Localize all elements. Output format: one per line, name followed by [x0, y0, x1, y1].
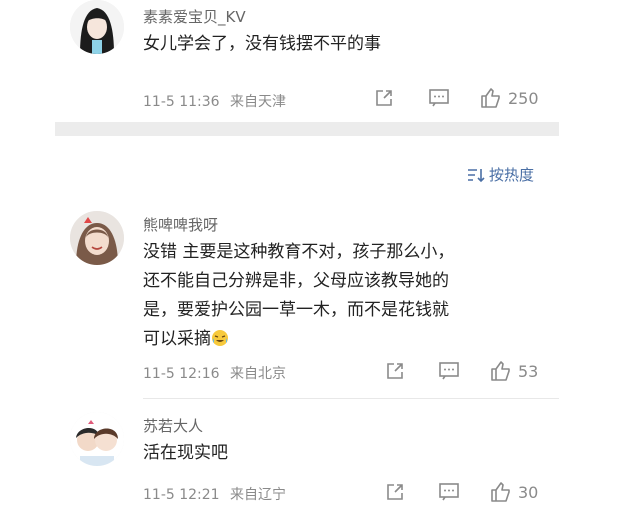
section-divider: [55, 122, 559, 136]
comment-line: 活在现实吧: [143, 443, 228, 463]
comment-icon: [439, 483, 459, 501]
like-button[interactable]: 30: [490, 481, 538, 503]
thumbs-up-icon: [481, 88, 500, 108]
location: 来自辽宁: [230, 487, 287, 503]
thumbs-up-icon: [491, 482, 510, 502]
username[interactable]: 苏若大人: [143, 415, 203, 436]
avatar[interactable]: [70, 412, 124, 466]
location: 来自天津: [230, 94, 287, 110]
comment-button[interactable]: [428, 88, 450, 108]
username[interactable]: 素素爱宝贝_KV: [143, 6, 246, 27]
divider: [143, 398, 559, 399]
comment-line: 没错 主要是这种教育不对，孩子那么小，: [143, 242, 455, 262]
laugh-cry-emoji: [212, 330, 228, 346]
comment-line: 女儿学会了，没有钱摆不平的事: [143, 34, 381, 54]
comment-icon: [439, 362, 459, 380]
timestamp: 11-5 12:21: [143, 487, 220, 503]
location: 来自北京: [230, 366, 287, 382]
avatar[interactable]: [70, 0, 124, 54]
share-icon: [387, 363, 403, 379]
sort-icon: [468, 168, 485, 182]
comment-meta: 11-5 12:21 来自辽宁: [143, 484, 286, 504]
avatar[interactable]: [70, 211, 124, 265]
username[interactable]: 熊啤啤我呀: [143, 214, 218, 235]
comment-meta: 11-5 11:36 来自天津: [143, 91, 286, 111]
comment-text: 没错 主要是这种教育不对，孩子那么小， 还不能自己分辨是非，父母应该教导她的 是…: [143, 238, 454, 354]
sort-label: 按热度: [489, 166, 535, 184]
like-button[interactable]: 250: [480, 87, 539, 109]
share-button[interactable]: [385, 361, 405, 381]
comment-line-text: 可以采摘: [143, 329, 211, 349]
comment-line: 还不能自己分辨是非，父母应该教导她的: [143, 271, 449, 291]
sort-button[interactable]: 按热度: [467, 164, 534, 185]
comment-line: 可以采摘: [143, 325, 454, 354]
like-count: 250: [508, 88, 539, 108]
timestamp: 11-5 11:36: [143, 94, 220, 110]
comment-meta: 11-5 12:16 来自北京: [143, 363, 286, 383]
share-button[interactable]: [385, 482, 405, 502]
thumbs-up-icon: [491, 361, 510, 381]
comment-line: 是，要爱护公园一草一木，而不是花钱就: [143, 300, 449, 320]
comment-icon: [429, 89, 449, 107]
share-button[interactable]: [374, 88, 394, 108]
like-button[interactable]: 53: [490, 360, 538, 382]
like-count: 53: [518, 361, 539, 381]
timestamp: 11-5 12:16: [143, 366, 220, 382]
share-icon: [387, 484, 403, 500]
comment-button[interactable]: [438, 482, 460, 502]
share-icon: [376, 90, 392, 106]
comment-text: 活在现实吧: [143, 439, 228, 468]
comment-text: 女儿学会了，没有钱摆不平的事: [143, 30, 381, 59]
like-count: 30: [518, 482, 539, 502]
comment-button[interactable]: [438, 361, 460, 381]
